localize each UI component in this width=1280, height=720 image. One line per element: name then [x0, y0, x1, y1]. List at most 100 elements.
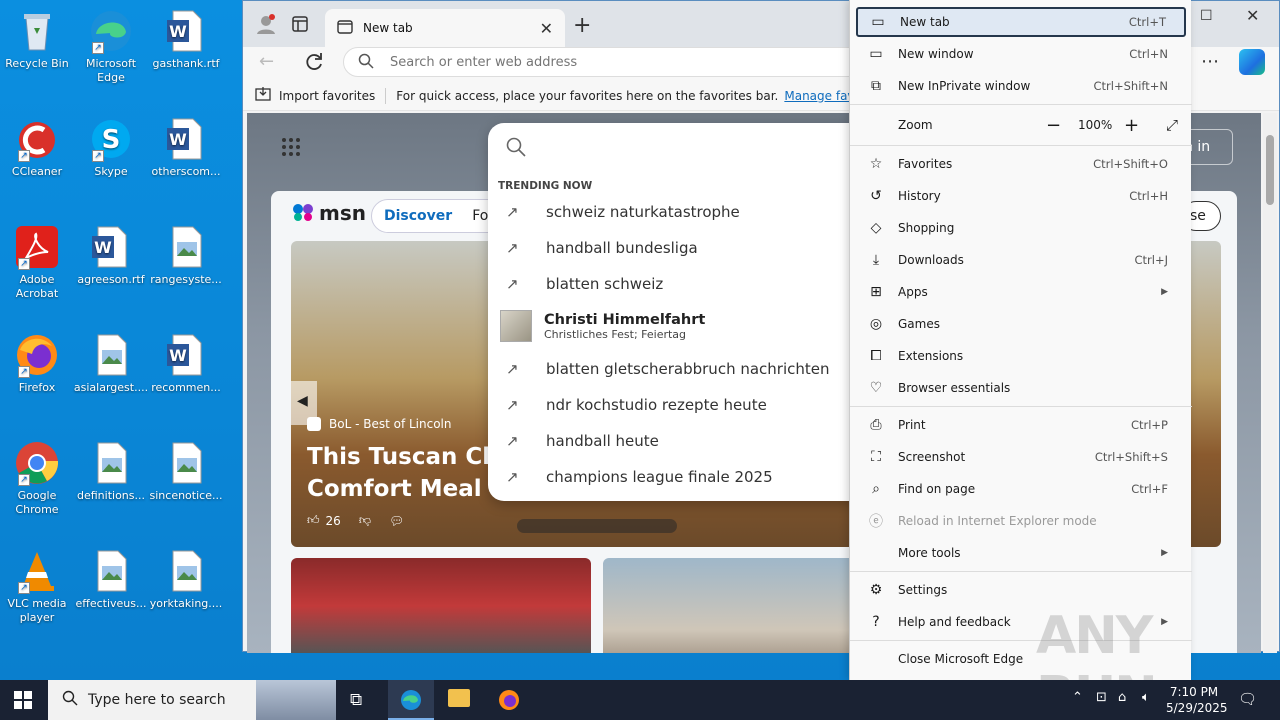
menu-find-on-page[interactable]: ⌕ Find on page Ctrl+F: [856, 474, 1186, 504]
menu-label: Screenshot: [898, 450, 966, 464]
menu-new-tab[interactable]: ▭ New tab Ctrl+T: [856, 7, 1186, 37]
suggestion-item[interactable]: ↗ ndr kochstudio rezepte heute: [506, 390, 767, 420]
tab-actions-icon[interactable]: [291, 15, 309, 33]
show-hidden-icons[interactable]: ⌃: [1072, 690, 1083, 705]
import-favorites-button[interactable]: Import favorites: [279, 89, 375, 103]
firefox-taskbar-icon[interactable]: [497, 688, 521, 715]
file-explorer-icon[interactable]: [448, 689, 470, 707]
close-tab-icon[interactable]: ✕: [540, 19, 553, 38]
menu-new-inprivate-window[interactable]: ⧉ New InPrivate window Ctrl+Shift+N: [856, 71, 1186, 101]
menu-new-window[interactable]: ▭ New window Ctrl+N: [856, 39, 1186, 69]
desktop-icon-gasthank[interactable]: W gasthank.rtf: [148, 8, 224, 71]
desktop-icon-adobe-acrobat[interactable]: ↗ Adobe Acrobat: [0, 224, 75, 301]
suggestion-item[interactable]: ↗ handball heute: [506, 426, 659, 456]
security-icon[interactable]: ⊡: [1096, 690, 1107, 705]
menu-reload-ie-mode[interactable]: ⓔ Reload in Internet Explorer mode: [856, 506, 1186, 536]
tab-new-tab[interactable]: New tab ✕: [325, 9, 565, 47]
article-card[interactable]: [291, 558, 591, 653]
new-tab-button[interactable]: +: [573, 13, 591, 38]
desktop-icon-effectiveus[interactable]: effectiveus...: [73, 548, 149, 611]
menu-label: Shopping: [898, 221, 955, 235]
taskbar-search-box[interactable]: Type here to search: [48, 680, 336, 720]
desktop-icon-sincenotice[interactable]: sincenotice...: [148, 440, 224, 503]
taskbar-edge[interactable]: [388, 680, 434, 720]
maximize-icon[interactable]: ☐: [1200, 8, 1213, 24]
suggestion-item[interactable]: ↗ schweiz naturkatastrophe: [506, 197, 740, 227]
address-bar[interactable]: [343, 47, 863, 77]
suggestion-item[interactable]: ↗ handball bundesliga: [506, 233, 698, 263]
new-window-icon: ▭: [869, 46, 883, 62]
desktop-icon-ccleaner[interactable]: ↗ CCleaner: [0, 116, 75, 179]
suggestion-item[interactable]: ↗ champions league finale 2025: [506, 462, 773, 492]
desktop-icon-recommen[interactable]: W recommen...: [148, 332, 224, 395]
icon-label: otherscom...: [151, 165, 221, 178]
article-card[interactable]: [603, 558, 863, 653]
volume-icon[interactable]: 🔈︎: [1142, 690, 1150, 705]
hero-actions: 👍︎ 26 👎︎ 💬︎: [307, 513, 404, 528]
image-file-icon: [163, 548, 209, 594]
tab-discover[interactable]: Discover: [384, 208, 452, 224]
suggestion-item-entity[interactable]: Christi Himmelfahrt Christliches Fest; F…: [500, 310, 705, 342]
menu-print[interactable]: ⎙ Print Ctrl+P: [856, 410, 1186, 440]
apps-icon: ⊞: [870, 284, 882, 300]
refresh-icon[interactable]: [303, 51, 325, 73]
icon-label: Google Chrome: [15, 489, 59, 516]
notifications-icon[interactable]: 🗨︎: [1238, 690, 1257, 708]
close-window-icon[interactable]: ✕: [1246, 6, 1259, 25]
menu-shopping[interactable]: ◇ Shopping: [856, 213, 1186, 243]
fullscreen-icon[interactable]: ⤢: [1166, 116, 1178, 134]
desktop-icon-definitions[interactable]: definitions...: [73, 440, 149, 503]
menu-browser-essentials[interactable]: ♡ Browser essentials: [856, 373, 1186, 403]
dislike-icon[interactable]: 👎︎: [359, 513, 371, 528]
shortcut-arrow-icon: ↗: [18, 474, 30, 486]
desktop-icon-google-chrome[interactable]: ↗ Google Chrome: [0, 440, 75, 517]
search-highlight-image: [256, 680, 336, 720]
comment-icon[interactable]: 💬︎: [389, 514, 404, 528]
start-button[interactable]: [14, 691, 32, 712]
search-icon: [62, 690, 78, 710]
desktop-icon-rangesyste[interactable]: rangesyste...: [148, 224, 224, 287]
clock[interactable]: 7:10 PM 5/29/2025: [1166, 684, 1228, 716]
desktop-icon-otherscom[interactable]: W otherscom...: [148, 116, 224, 179]
copilot-icon[interactable]: [1239, 49, 1265, 75]
menu-games[interactable]: ◎ Games: [856, 309, 1186, 339]
profile-icon[interactable]: [255, 13, 277, 35]
back-icon[interactable]: ←: [259, 51, 274, 72]
desktop-icon-skype[interactable]: S ↗ Skype: [73, 116, 149, 179]
desktop-icon-microsoft-edge[interactable]: ↗ Microsoft Edge: [73, 8, 149, 85]
desktop-icon-recycle-bin[interactable]: Recycle Bin: [0, 8, 75, 71]
menu-favorites[interactable]: ☆ Favorites Ctrl+Shift+O: [856, 149, 1186, 179]
zoom-out-icon[interactable]: −: [1046, 115, 1061, 136]
clock-time: 7:10 PM: [1169, 685, 1219, 699]
trending-icon: ↗: [506, 275, 519, 293]
desktop-icon-yorktaking[interactable]: yorktaking....: [148, 548, 224, 611]
address-input[interactable]: [390, 54, 810, 70]
desktop-icon-asialargest[interactable]: asialargest....: [73, 332, 149, 395]
menu-more-tools[interactable]: More tools ▶: [856, 538, 1186, 568]
zoom-in-icon[interactable]: +: [1124, 115, 1139, 136]
settings-more-icon[interactable]: ⋯: [1201, 51, 1219, 72]
menu-extensions[interactable]: ⧠ Extensions: [856, 341, 1186, 371]
menu-shortcut: Ctrl+T: [1128, 15, 1166, 29]
desktop-icon-vlc[interactable]: ↗ VLC media player: [0, 548, 75, 625]
scrollbar-thumb[interactable]: [1266, 135, 1274, 205]
apps-launcher-icon[interactable]: [281, 137, 301, 157]
suggestion-item[interactable]: ↗ blatten schweiz: [506, 269, 663, 299]
vertical-scrollbar[interactable]: [1263, 113, 1277, 653]
desktop-icon-firefox[interactable]: ↗ Firefox: [0, 332, 75, 395]
like-icon[interactable]: 👍︎: [307, 513, 320, 528]
network-icon[interactable]: ⌂: [1118, 690, 1126, 705]
trending-label: TRENDING NOW: [498, 180, 593, 192]
suggestion-item[interactable]: ↗ blatten gletscherabbruch nachrichten: [506, 354, 830, 384]
menu-separator: [850, 571, 1192, 572]
menu-downloads[interactable]: ⤓ Downloads Ctrl+J: [856, 245, 1186, 275]
menu-screenshot[interactable]: ⛶ Screenshot Ctrl+Shift+S: [856, 442, 1186, 472]
desktop-icon-agreeson[interactable]: W agreeson.rtf: [73, 224, 149, 287]
menu-history[interactable]: ↺ History Ctrl+H: [856, 181, 1186, 211]
firefox-icon: ↗: [14, 332, 60, 378]
menu-apps[interactable]: ⊞ Apps ▶: [856, 277, 1186, 307]
menu-settings[interactable]: ⚙ Settings: [856, 575, 1186, 605]
menu-separator: [850, 145, 1192, 146]
task-view-icon[interactable]: ⧉: [350, 690, 362, 710]
image-file-icon: [88, 440, 134, 486]
